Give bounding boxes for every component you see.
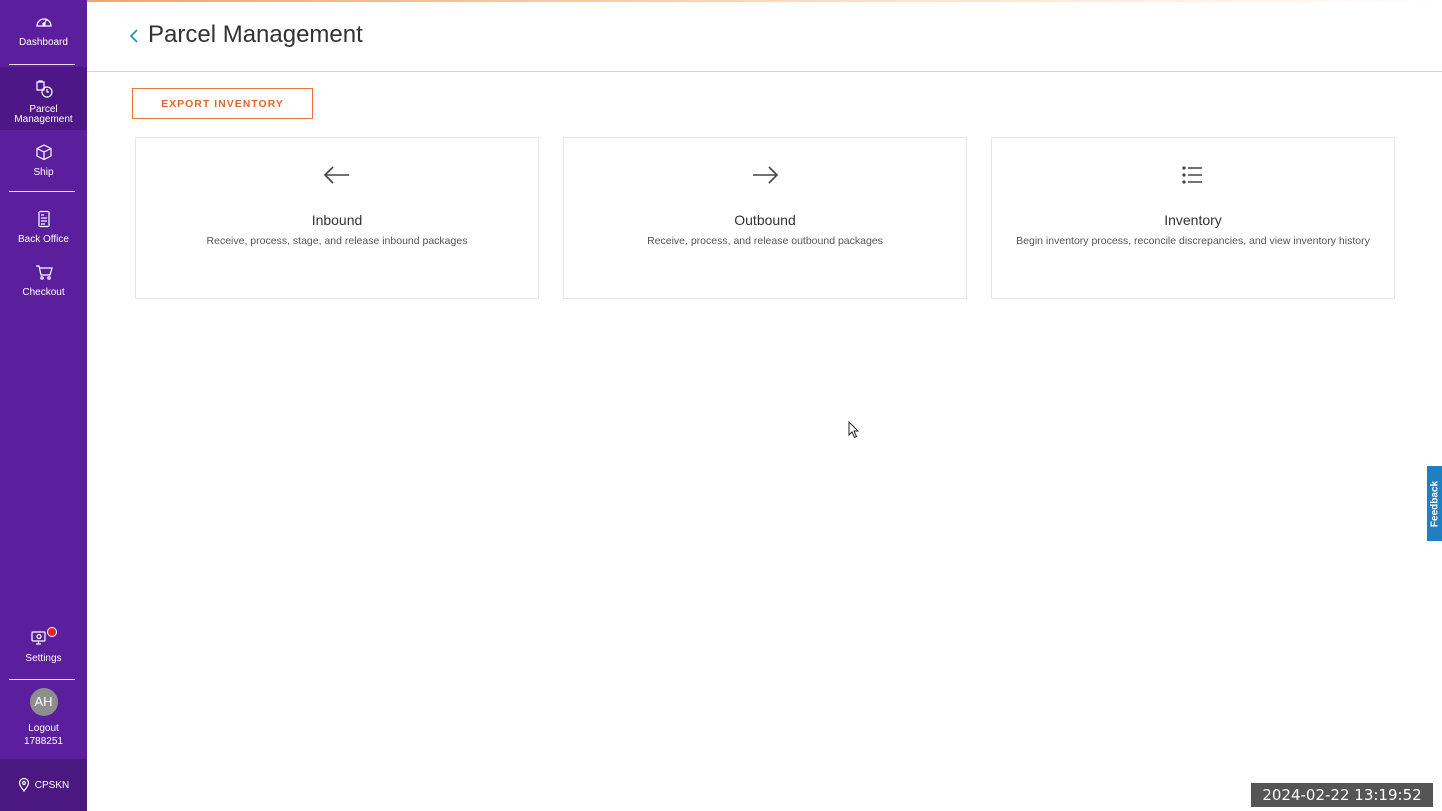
sidebar-divider <box>9 679 75 680</box>
sidebar-item-label: Back Office <box>18 234 69 245</box>
sidebar-item-checkout[interactable]: Checkout <box>0 262 87 298</box>
box-icon <box>35 144 52 161</box>
export-inventory-button[interactable]: EXPORT INVENTORY <box>132 88 313 119</box>
cart-icon <box>35 265 53 280</box>
sidebar-item-ship[interactable]: Ship <box>0 142 87 178</box>
card-outbound[interactable]: Outbound Receive, process, and release o… <box>563 137 967 299</box>
feedback-tab[interactable]: Feedback <box>1427 466 1442 541</box>
card-inventory[interactable]: Inventory Begin inventory process, recon… <box>991 137 1395 299</box>
list-icon <box>1182 166 1202 184</box>
location-selector[interactable]: CPSKN <box>0 759 87 811</box>
sidebar-item-label: Dashboard <box>19 37 68 48</box>
back-chevron-icon[interactable] <box>128 24 140 46</box>
sidebar-item-label: Parcel Management <box>14 104 73 125</box>
sidebar-item-settings[interactable]: Settings <box>0 627 87 664</box>
sidebar-item-back-office[interactable]: Back Office <box>0 209 87 245</box>
sidebar-item-parcel-management[interactable]: Parcel Management <box>0 67 87 130</box>
page-title: Parcel Management <box>148 21 363 48</box>
logout-button[interactable]: AH Logout 1788251 <box>0 688 87 748</box>
sidebar-divider <box>9 64 75 65</box>
sidebar-item-label: Settings <box>25 653 62 664</box>
card-title: Inbound <box>311 212 363 228</box>
document-icon <box>37 210 50 228</box>
logout-label: Logout <box>28 723 59 734</box>
gauge-icon <box>35 18 52 27</box>
card-title: Inventory <box>1164 212 1222 228</box>
notification-badge <box>46 627 57 637</box>
card-description: Begin inventory process, reconcile discr… <box>1016 235 1370 247</box>
app-window: Dashboard Parcel Management Ship Back Of… <box>0 0 1442 811</box>
parcel-clock-icon <box>35 80 53 98</box>
arrow-right-icon <box>753 166 779 184</box>
page-header: Parcel Management <box>87 2 1442 72</box>
feedback-label: Feedback <box>1429 480 1440 527</box>
card-inbound[interactable]: Inbound Receive, process, stage, and rel… <box>135 137 539 299</box>
avatar: AH <box>29 688 58 716</box>
card-title: Outbound <box>734 212 796 228</box>
sidebar-item-dashboard[interactable]: Dashboard <box>0 12 87 48</box>
user-id: 1788251 <box>24 736 63 747</box>
location-label: CPSKN <box>34 779 70 791</box>
card-description: Receive, process, stage, and release inb… <box>206 235 468 247</box>
sidebar-item-label: Ship <box>33 167 54 178</box>
sidebar: Dashboard Parcel Management Ship Back Of… <box>0 0 87 811</box>
timestamp-overlay: 2024-02-22 13:19:52 <box>1251 783 1433 807</box>
arrow-left-icon <box>323 166 349 184</box>
location-pin-icon <box>18 778 29 792</box>
mouse-cursor-icon <box>848 421 860 439</box>
sidebar-item-label: Checkout <box>22 287 65 298</box>
sidebar-divider <box>9 191 75 192</box>
card-description: Receive, process, and release outbound p… <box>647 235 883 247</box>
